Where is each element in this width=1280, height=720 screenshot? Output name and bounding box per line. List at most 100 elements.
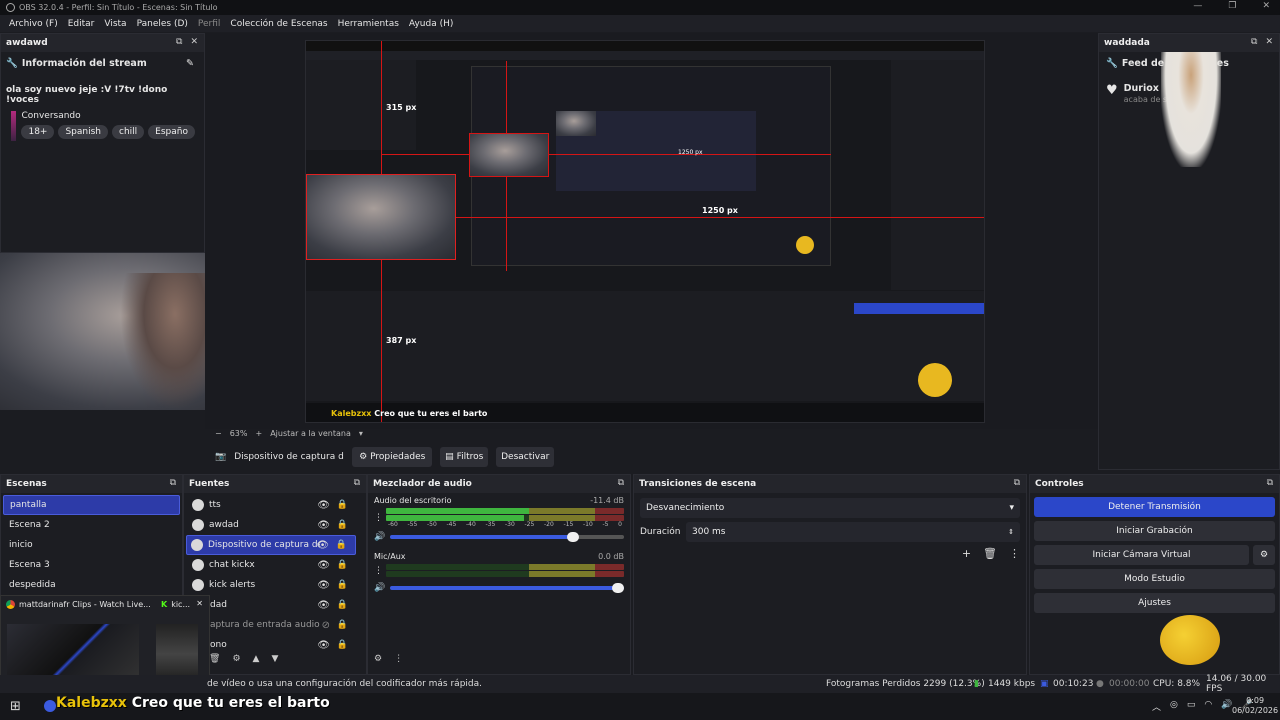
taskbar-app-icon[interactable] xyxy=(44,700,56,712)
source-item[interactable]: Dispositivo de captura de vío👁🔒 xyxy=(186,535,356,555)
eye-icon[interactable]: 👁 xyxy=(317,600,330,611)
transition-select[interactable]: Desvanecimiento ▾ xyxy=(640,498,1020,518)
gear-icon[interactable]: ⚙ xyxy=(232,654,240,664)
source-item[interactable]: ono 👁 🔒 xyxy=(186,635,356,655)
scene-item[interactable]: Escena 3 xyxy=(3,555,180,575)
preview-area[interactable]: 1250 px 1250 px 315 px 387 px Kalebzxx C… xyxy=(205,33,1098,438)
settings-button[interactable]: Ajustes xyxy=(1034,593,1275,613)
move-up-icon[interactable]: ▲ xyxy=(253,654,260,664)
speaker-icon[interactable]: 🔊 xyxy=(374,532,390,542)
scene-item[interactable]: Escena 2 xyxy=(3,515,180,535)
kebab-menu-icon[interactable]: ⋮ xyxy=(1009,547,1020,560)
undock-icon[interactable]: ⧉ xyxy=(170,478,176,488)
menu-paneles[interactable]: Paneles (D) xyxy=(132,19,193,29)
volume-slider[interactable] xyxy=(390,583,624,593)
chevron-up-icon[interactable]: ︿ xyxy=(1152,700,1161,713)
menu-coleccion[interactable]: Colección de Escenas xyxy=(225,19,332,29)
menu-vista[interactable]: Vista xyxy=(99,19,131,29)
gear-icon: ⚙ xyxy=(1259,550,1269,560)
lock-icon[interactable]: 🔒 xyxy=(337,620,348,630)
stop-stream-button[interactable]: Detener Transmisión xyxy=(1034,497,1275,517)
source-item[interactable]: chat kickx 👁 🔒 xyxy=(186,555,356,575)
close-dock-icon[interactable]: ✕ xyxy=(1265,37,1273,47)
undock-icon[interactable]: ⧉ xyxy=(618,478,624,488)
undock-icon[interactable]: ⧉ xyxy=(1014,478,1020,488)
delete-icon[interactable]: 🗑 xyxy=(983,547,997,560)
advanced-audio-icon[interactable]: ⚙ xyxy=(374,654,382,664)
deactivate-button[interactable]: Desactivar xyxy=(496,447,555,467)
source-item[interactable]: kick alerts 👁 🔒 xyxy=(186,575,356,595)
edit-pencil-icon[interactable]: ✎ xyxy=(186,58,194,69)
start-virtualcam-button[interactable]: Iniciar Cámara Virtual xyxy=(1034,545,1249,565)
close-dock-icon[interactable]: ✕ xyxy=(190,37,198,47)
undock-icon[interactable]: ⧉ xyxy=(354,478,360,488)
battery-icon[interactable]: ▭ xyxy=(1187,700,1196,713)
eye-icon[interactable]: 👁 xyxy=(317,520,330,531)
properties-button[interactable]: ⚙ Propiedades xyxy=(352,447,433,467)
zoom-out-icon[interactable]: − xyxy=(215,429,222,438)
scene-item[interactable]: despedida xyxy=(3,575,180,595)
source-item[interactable]: tts 👁 🔒 xyxy=(186,495,356,515)
undock-icon[interactable]: ⧉ xyxy=(1267,478,1273,488)
source-item[interactable]: dad 👁 🔒 xyxy=(186,595,356,615)
eye-icon[interactable]: 👁 xyxy=(317,640,330,651)
delete-icon[interactable]: 🗑 xyxy=(209,654,220,664)
add-icon[interactable]: + xyxy=(962,547,971,560)
eye-icon[interactable]: 👁 xyxy=(317,580,330,591)
preview-canvas[interactable]: 1250 px 1250 px 315 px 387 px Kalebzxx C… xyxy=(305,40,985,423)
eye-icon[interactable]: 👁 xyxy=(316,540,329,551)
tag-espanol[interactable]: Españo xyxy=(148,125,195,139)
menu-herramientas[interactable]: Herramientas xyxy=(333,19,404,29)
kebab-menu-icon[interactable]: ⋮ xyxy=(394,654,403,664)
undock-icon[interactable]: ⧉ xyxy=(1251,37,1257,47)
menu-ayuda[interactable]: Ayuda (H) xyxy=(404,19,458,29)
scene-item[interactable]: inicio xyxy=(3,535,180,555)
eye-hidden-icon[interactable]: ⊘ xyxy=(322,620,330,631)
volume-icon[interactable]: 🔊 xyxy=(1221,700,1232,713)
duration-spinbox[interactable]: 300 ms ⇕ xyxy=(686,522,1020,542)
lock-icon[interactable]: 🔒 xyxy=(337,520,348,530)
zoom-in-icon[interactable]: + xyxy=(255,429,262,438)
tag-18plus[interactable]: 18+ xyxy=(21,125,55,139)
lock-icon[interactable]: 🔒 xyxy=(337,580,348,590)
tag-spanish[interactable]: Spanish xyxy=(58,125,109,139)
wifi-icon[interactable]: ◠ xyxy=(1204,700,1212,713)
clock[interactable]: 0:09 06/02/2026 xyxy=(1232,696,1278,716)
speaker-icon[interactable]: 🔊 xyxy=(374,583,390,593)
volume-slider[interactable] xyxy=(390,532,624,542)
lock-icon[interactable]: 🔒 xyxy=(337,640,348,650)
close-icon[interactable]: ✕ xyxy=(1262,1,1270,11)
window1-title[interactable]: mattdarinafr Clips - Watch Live... xyxy=(19,600,151,609)
selected-source-box[interactable] xyxy=(306,174,456,260)
eye-icon[interactable]: 👁 xyxy=(317,560,330,571)
spin-arrows-icon[interactable]: ⇕ xyxy=(1008,528,1014,536)
filters-button[interactable]: ▤ Filtros xyxy=(440,447,489,467)
source-item[interactable]: awdad 👁 🔒 xyxy=(186,515,356,535)
kebab-menu-icon[interactable]: ⋮ xyxy=(374,513,386,523)
eye-icon[interactable]: 👁 xyxy=(317,500,330,511)
menu-editar[interactable]: Editar xyxy=(63,19,100,29)
menu-archivo[interactable]: Archivo (F) xyxy=(4,19,63,29)
menu-perfil[interactable]: Perfil xyxy=(193,19,226,29)
windows-start-icon[interactable]: ⊞ xyxy=(10,699,21,714)
fit-label[interactable]: Ajustar a la ventana xyxy=(270,429,351,438)
kebab-menu-icon[interactable]: ⋮ xyxy=(374,566,386,576)
lock-icon[interactable]: 🔒 xyxy=(337,600,348,610)
tag-chill[interactable]: chill xyxy=(112,125,145,139)
minimize-icon[interactable]: — xyxy=(1193,1,1202,11)
tray-app-icon[interactable]: ◎ xyxy=(1170,700,1178,713)
lock-icon[interactable]: 🔒 xyxy=(336,540,347,550)
maximize-icon[interactable]: ❐ xyxy=(1228,1,1236,11)
scene-item[interactable]: pantalla xyxy=(3,495,180,515)
move-down-icon[interactable]: ▼ xyxy=(271,654,278,664)
window2-title[interactable]: kic... xyxy=(171,600,190,609)
close-preview-icon[interactable]: ✕ xyxy=(196,599,203,608)
lock-icon[interactable]: 🔒 xyxy=(337,500,348,510)
zoom-dropdown-icon[interactable]: ▾ xyxy=(359,429,363,438)
studio-mode-button[interactable]: Modo Estudio xyxy=(1034,569,1275,589)
undock-icon[interactable]: ⧉ xyxy=(176,37,182,47)
source-item[interactable]: aptura de entrada audio ⊘ 🔒 xyxy=(186,615,356,635)
lock-icon[interactable]: 🔒 xyxy=(337,560,348,570)
start-recording-button[interactable]: Iniciar Grabación xyxy=(1034,521,1275,541)
virtualcam-settings-button[interactable]: ⚙ xyxy=(1253,545,1275,565)
